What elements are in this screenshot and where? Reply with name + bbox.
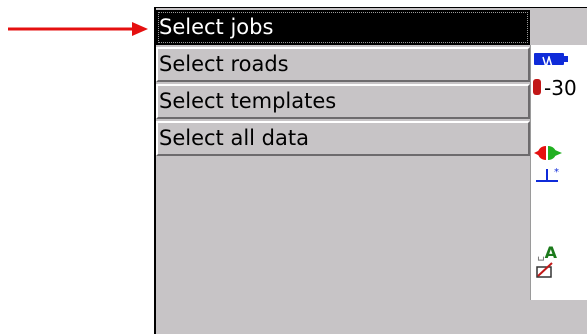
menu-item-select-roads[interactable]: Select roads bbox=[156, 47, 530, 82]
level-icon: * bbox=[536, 167, 559, 182]
prism-icon bbox=[534, 146, 562, 160]
temperature-value: -30 bbox=[544, 76, 577, 100]
pointer-arrow-icon bbox=[8, 22, 148, 36]
temperature-icon bbox=[533, 79, 541, 95]
menu-item-select-templates[interactable]: Select templates bbox=[156, 84, 530, 119]
device-screen: Select jobs Select roads Select template… bbox=[154, 7, 587, 334]
menu-item-select-jobs[interactable]: Select jobs bbox=[156, 10, 530, 45]
menu-item-label: Select roads bbox=[159, 52, 289, 76]
menu-item-label: Select all data bbox=[159, 126, 309, 150]
battery-icon bbox=[534, 53, 568, 70]
menu-item-label: Select jobs bbox=[159, 15, 274, 39]
menu-item-select-all-data[interactable]: Select all data bbox=[156, 121, 530, 156]
menu-item-label: Select templates bbox=[159, 89, 337, 113]
pen-icon bbox=[536, 262, 553, 278]
menu-list: Select jobs Select roads Select template… bbox=[156, 10, 530, 158]
grade-icon: ␣A bbox=[537, 243, 558, 262]
svg-text:*: * bbox=[554, 167, 559, 178]
status-bar: -30 * ␣A bbox=[530, 45, 587, 300]
